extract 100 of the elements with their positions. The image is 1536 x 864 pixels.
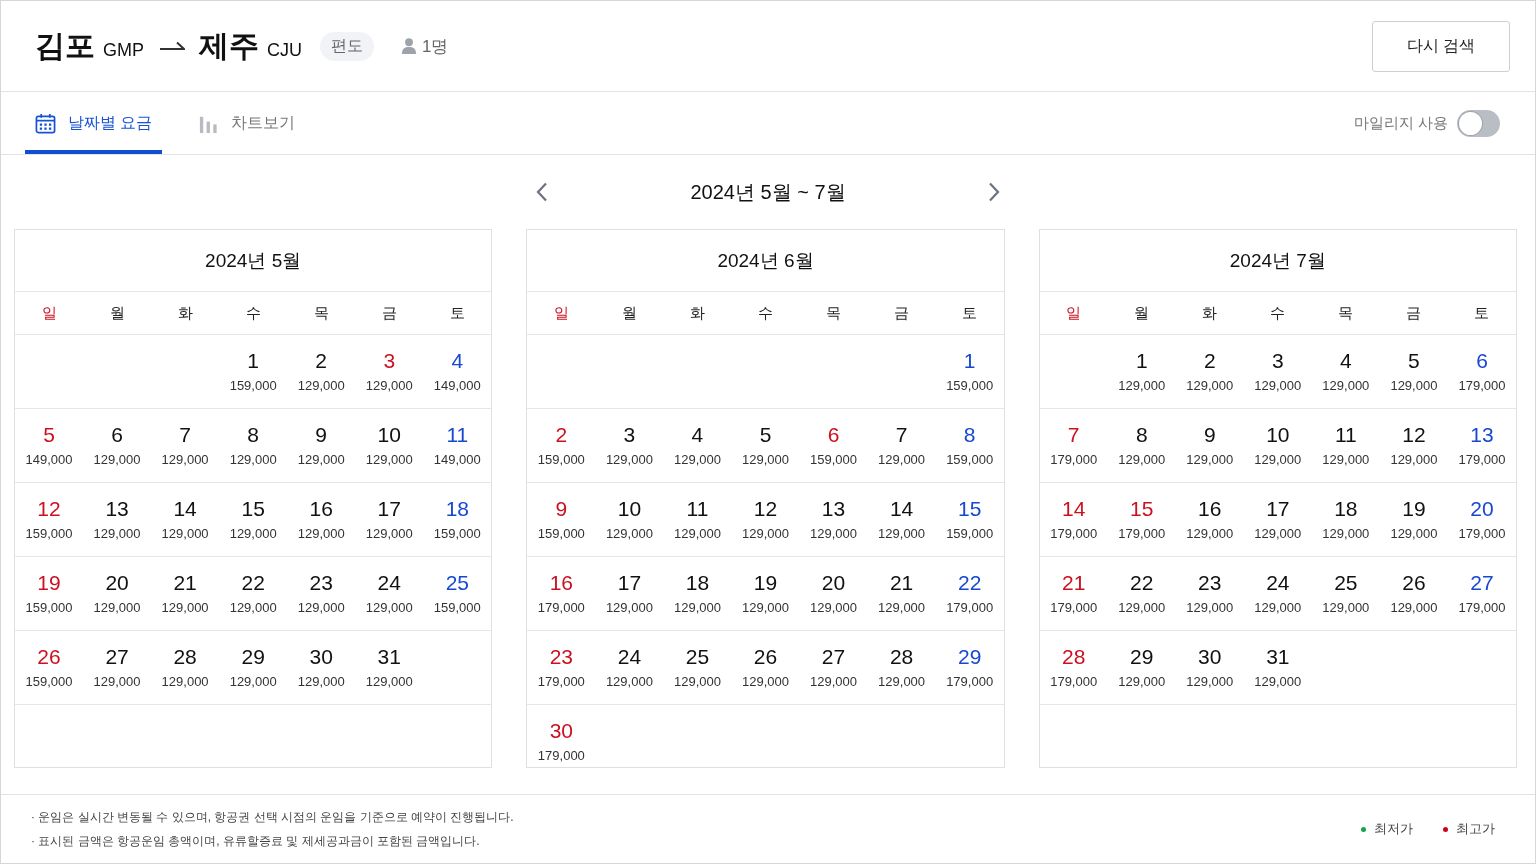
day-number[interactable]: 21: [889, 570, 914, 596]
tab[interactable]: 날짜별 요금: [25, 92, 163, 154]
day-number[interactable]: 8: [247, 422, 259, 448]
day-number[interactable]: 25: [1334, 570, 1358, 596]
day-number[interactable]: 27: [821, 644, 846, 670]
day-number[interactable]: 9: [315, 422, 328, 448]
day-number[interactable]: 18: [685, 570, 710, 596]
day-number[interactable]: 21: [1062, 570, 1086, 596]
day-number[interactable]: 31: [1266, 644, 1290, 670]
day-number[interactable]: 13: [105, 496, 129, 522]
day-number[interactable]: 4: [1340, 348, 1352, 374]
day-number[interactable]: 26: [37, 644, 61, 670]
day-number[interactable]: 27: [1470, 570, 1494, 596]
day-number[interactable]: 12: [1402, 422, 1426, 448]
day-number[interactable]: 14: [1062, 496, 1086, 522]
day-number[interactable]: 8: [1135, 422, 1148, 448]
day-number[interactable]: 21: [173, 570, 197, 596]
day-number[interactable]: 24: [1266, 570, 1290, 596]
day-number[interactable]: 5: [759, 422, 772, 448]
day-number[interactable]: 26: [753, 644, 778, 670]
day-number[interactable]: 1: [963, 348, 976, 374]
day-number[interactable]: 5: [1408, 348, 1420, 374]
day-number[interactable]: 6: [1476, 348, 1488, 374]
day-number[interactable]: 22: [241, 570, 265, 596]
day-number[interactable]: 19: [37, 570, 61, 596]
day-number[interactable]: 1: [247, 348, 259, 374]
day-number[interactable]: 3: [1271, 348, 1284, 374]
day-number[interactable]: 7: [895, 422, 908, 448]
day-number[interactable]: 27: [105, 644, 129, 670]
day-number[interactable]: 2: [1203, 348, 1216, 374]
day-number[interactable]: 20: [1470, 496, 1494, 522]
day-number[interactable]: 5: [43, 422, 55, 448]
day-number[interactable]: 4: [691, 422, 704, 448]
tab[interactable]: 차트보기: [188, 92, 306, 154]
day-number[interactable]: 25: [445, 570, 469, 596]
day-number[interactable]: 28: [889, 644, 914, 670]
chevron-right-icon[interactable]: [988, 182, 1000, 202]
day-number[interactable]: 19: [1402, 496, 1426, 522]
day-number[interactable]: 2: [315, 348, 328, 374]
day-number[interactable]: 17: [377, 496, 401, 522]
day-number[interactable]: 15: [1130, 496, 1154, 522]
day-number[interactable]: 20: [821, 570, 846, 596]
day-number[interactable]: 17: [1266, 496, 1290, 522]
day-number[interactable]: 12: [753, 496, 778, 522]
day-number[interactable]: 9: [1203, 422, 1216, 448]
day-number[interactable]: 25: [685, 644, 710, 670]
day-number[interactable]: 6: [827, 422, 840, 448]
day-number[interactable]: 16: [309, 496, 333, 522]
day-number[interactable]: 16: [1198, 496, 1222, 522]
day-number[interactable]: 11: [1334, 422, 1357, 448]
day-number[interactable]: 28: [1062, 644, 1086, 670]
day-number[interactable]: 30: [309, 644, 333, 670]
day-number[interactable]: 13: [821, 496, 846, 522]
day-number[interactable]: 22: [1130, 570, 1154, 596]
day-number[interactable]: 16: [549, 570, 574, 596]
legend-label: 최고가: [1456, 820, 1495, 838]
day-number[interactable]: 17: [617, 570, 642, 596]
day-number[interactable]: 10: [377, 422, 401, 448]
day-number[interactable]: 2: [555, 422, 568, 448]
day-number[interactable]: 15: [957, 496, 982, 522]
day-number[interactable]: 7: [179, 422, 191, 448]
day-number[interactable]: 3: [383, 348, 396, 374]
day-number[interactable]: 22: [957, 570, 982, 596]
day-number[interactable]: 6: [111, 422, 123, 448]
day-number[interactable]: 11: [686, 496, 709, 522]
day-number[interactable]: 20: [105, 570, 129, 596]
day-number[interactable]: 19: [753, 570, 778, 596]
day-number[interactable]: 29: [241, 644, 265, 670]
search-again-button[interactable]: 다시 검색: [1372, 20, 1510, 72]
day-number[interactable]: 14: [889, 496, 914, 522]
chevron-left-icon[interactable]: [536, 182, 548, 202]
day-number[interactable]: 1: [1135, 348, 1148, 374]
day-number[interactable]: 4: [451, 348, 464, 374]
day-number[interactable]: 12: [37, 496, 61, 522]
day-number[interactable]: 23: [549, 644, 574, 670]
day-number[interactable]: 10: [617, 496, 642, 522]
day-number[interactable]: 18: [445, 496, 469, 522]
day-number[interactable]: 8: [963, 422, 976, 448]
day-number[interactable]: 3: [623, 422, 636, 448]
day-number[interactable]: 23: [309, 570, 333, 596]
day-number[interactable]: 28: [173, 644, 197, 670]
day-number[interactable]: 26: [1402, 570, 1426, 596]
day-number[interactable]: 24: [617, 644, 642, 670]
day-number[interactable]: 14: [173, 496, 197, 522]
day-number[interactable]: 29: [1130, 644, 1154, 670]
day-number[interactable]: 31: [377, 644, 401, 670]
day-number[interactable]: 11: [446, 422, 469, 448]
day-number[interactable]: 23: [1198, 570, 1222, 596]
day-number[interactable]: 15: [241, 496, 265, 522]
day-number[interactable]: 24: [377, 570, 401, 596]
day-number[interactable]: 18: [1334, 496, 1358, 522]
day-number[interactable]: 7: [1067, 422, 1080, 448]
weekday-label: 토: [449, 303, 465, 323]
day-number[interactable]: 30: [549, 718, 574, 744]
day-number[interactable]: 30: [1198, 644, 1222, 670]
day-number[interactable]: 13: [1470, 422, 1494, 448]
day-number[interactable]: 9: [555, 496, 568, 522]
day-number[interactable]: 10: [1266, 422, 1290, 448]
day-number[interactable]: 29: [957, 644, 982, 670]
toggle-switch[interactable]: [1457, 109, 1500, 137]
